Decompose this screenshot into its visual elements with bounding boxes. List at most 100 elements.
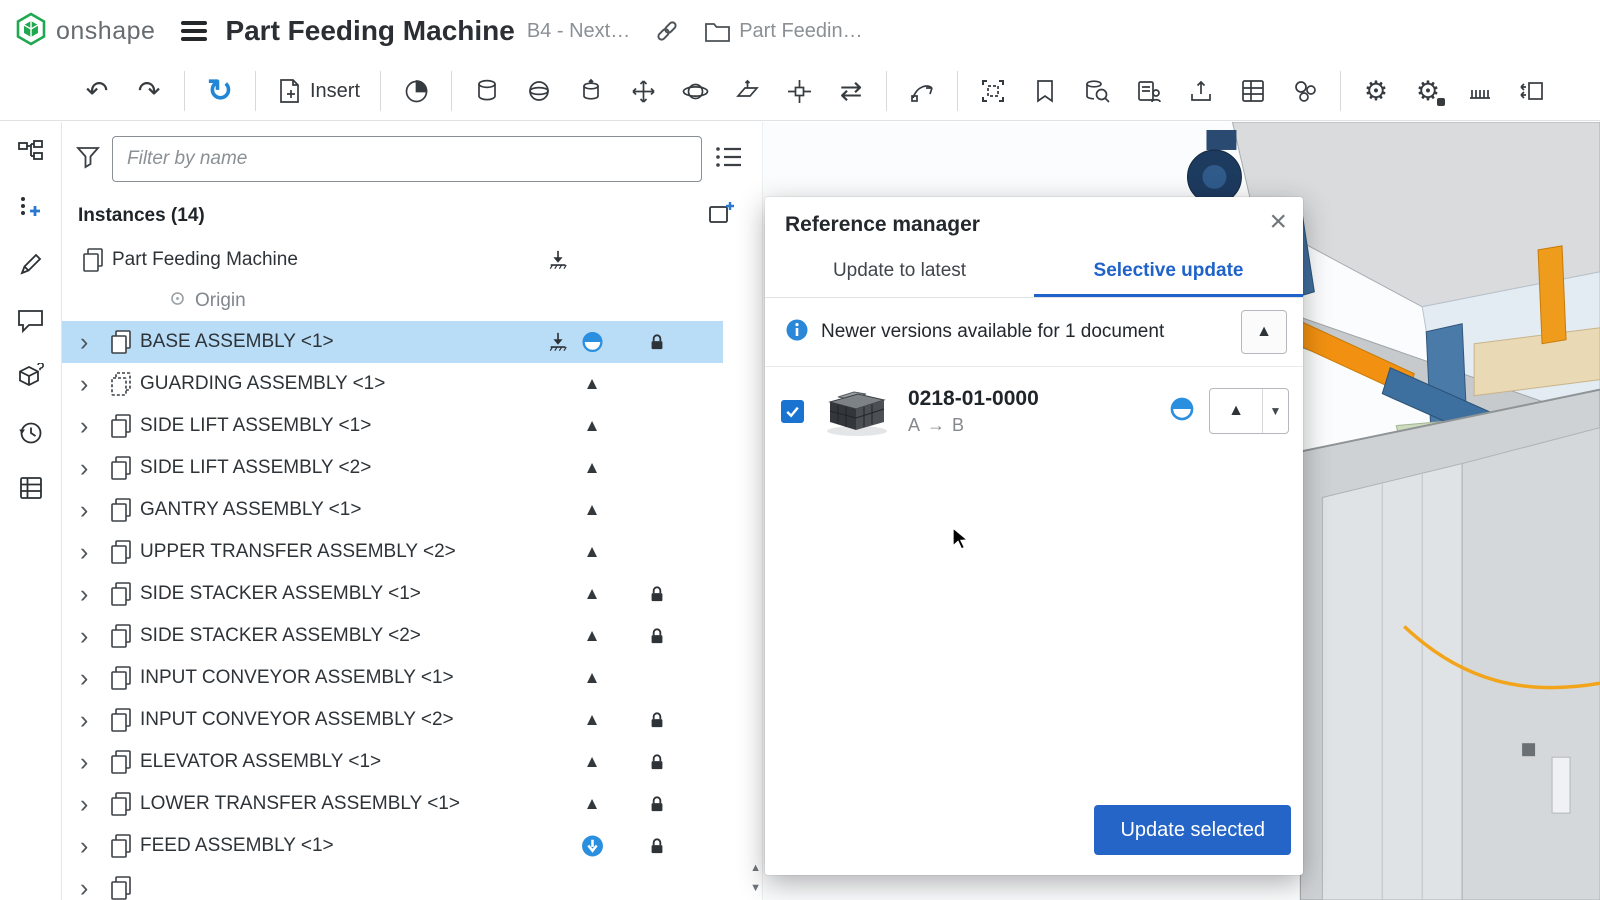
toolbar-separator <box>957 71 958 111</box>
list-view-icon[interactable] <box>714 144 744 175</box>
cut-list-icon[interactable] <box>8 466 54 510</box>
tree-row[interactable]: › FEED ASSEMBLY <1> ▲ <box>62 825 723 867</box>
tree-row[interactable]: › INPUT CONVEYOR ASSEMBLY <1> ▲ <box>62 657 723 699</box>
parallel-mate-icon[interactable]: ⇄ <box>830 70 872 112</box>
update-selected-button[interactable]: Update selected <box>1094 805 1291 855</box>
chevron-right-icon[interactable]: › <box>80 414 106 439</box>
tree-row[interactable]: › UPPER TRANSFER ASSEMBLY <2> ▲ <box>62 531 723 573</box>
version-label[interactable]: B4 - Next… <box>527 20 630 43</box>
chevron-right-icon[interactable]: › <box>80 540 106 565</box>
history-icon[interactable] <box>8 410 54 454</box>
chevron-right-icon[interactable]: › <box>80 498 106 523</box>
rack-mate-icon[interactable] <box>1459 70 1501 112</box>
part-number: 0218-01-0000 <box>908 387 1155 411</box>
update-references-icon[interactable]: ↻ <box>199 70 241 112</box>
panel-scrollbar[interactable]: ▲ ▼ <box>747 122 762 900</box>
version-up-button[interactable]: ▲ <box>1210 389 1262 433</box>
ball-mate-icon[interactable] <box>518 70 560 112</box>
from-version: A <box>908 415 920 436</box>
tree-row[interactable]: › GUARDING ASSEMBLY <1> ▲ <box>62 363 723 405</box>
onshape-brand[interactable]: onshape <box>14 12 155 51</box>
update-to-version-icon[interactable] <box>544 249 572 271</box>
reference-checkbox[interactable] <box>781 400 804 423</box>
edit-appearance-icon[interactable] <box>8 242 54 286</box>
chevron-right-icon[interactable]: › <box>80 876 106 900</box>
version-select-button[interactable]: ▲ ▼ <box>1209 388 1289 434</box>
instances-panel-icon[interactable] <box>8 130 54 174</box>
newer-version-icon: ▲ <box>578 752 606 772</box>
newer-version-icon: ▲ <box>578 710 606 730</box>
planar-mate-icon[interactable] <box>726 70 768 112</box>
add-instance-icon[interactable] <box>8 186 54 230</box>
tree-row[interactable]: › SIDE LIFT ASSEMBLY <1> ▲ <box>62 405 723 447</box>
assignments-icon[interactable] <box>1128 70 1170 112</box>
chevron-right-icon[interactable]: › <box>80 750 106 775</box>
tree-row[interactable]: › SIDE STACKER ASSEMBLY <1> ▲ <box>62 573 723 615</box>
insert-button[interactable]: Insert <box>270 70 366 112</box>
tree-row[interactable]: › GANTRY ASSEMBLY <1> ▲ <box>62 489 723 531</box>
translate-icon[interactable] <box>622 70 664 112</box>
bom-table-icon[interactable] <box>1232 70 1274 112</box>
close-icon[interactable]: × <box>1269 205 1287 239</box>
dialog-tab[interactable]: Update to latest <box>765 247 1034 297</box>
tree-origin-row[interactable]: Origin <box>62 281 723 321</box>
chevron-right-icon[interactable]: › <box>80 792 106 817</box>
chevron-right-icon[interactable]: › <box>80 708 106 733</box>
rotate-icon[interactable] <box>674 70 716 112</box>
bulk-version-up-button[interactable]: ▲ <box>1241 310 1287 354</box>
tree-root-row[interactable]: Part Feeding Machine <box>62 239 723 281</box>
dialog-tab[interactable]: Selective update <box>1034 247 1303 297</box>
tree-row-label: SIDE LIFT ASSEMBLY <1> <box>140 415 371 437</box>
update-to-version-icon[interactable] <box>544 331 572 353</box>
parts-help-icon[interactable] <box>8 354 54 398</box>
tree-row-partial[interactable]: › <box>62 867 723 900</box>
filter-input[interactable] <box>112 136 702 182</box>
display-states-icon[interactable] <box>1511 70 1553 112</box>
reference-row[interactable]: 0218-01-0000 A → B ▲ ▼ <box>765 367 1303 455</box>
comments-icon[interactable] <box>8 298 54 342</box>
version-dropdown-icon[interactable]: ▼ <box>1262 389 1288 433</box>
filter-funnel-icon[interactable] <box>76 145 100 174</box>
configurations-icon[interactable]: ⚙ <box>1407 70 1449 112</box>
chevron-right-icon[interactable]: › <box>80 834 106 859</box>
part-query-icon[interactable] <box>1076 70 1118 112</box>
info-row: Newer versions available for 1 document … <box>765 298 1303 367</box>
tree-row[interactable]: › ELEVATOR ASSEMBLY <1> ▲ <box>62 741 723 783</box>
main-menu-icon[interactable] <box>177 14 211 48</box>
tree-row[interactable]: › SIDE STACKER ASSEMBLY <2> ▲ <box>62 615 723 657</box>
lock-icon <box>643 836 671 857</box>
part-thumbnail <box>818 383 894 439</box>
mate-icon[interactable] <box>395 70 437 112</box>
toolbar-separator <box>1340 71 1341 111</box>
chevron-right-icon[interactable]: › <box>80 624 106 649</box>
replicate-icon[interactable] <box>1284 70 1326 112</box>
link-icon[interactable] <box>654 18 680 44</box>
redo-button[interactable]: ↷ <box>128 70 170 112</box>
chevron-right-icon[interactable]: › <box>80 456 106 481</box>
chevron-right-icon[interactable]: › <box>80 372 106 397</box>
chevron-right-icon[interactable]: › <box>80 582 106 607</box>
tree-row[interactable]: › BASE ASSEMBLY <1> ▲ <box>62 321 723 363</box>
instances-count-label: Instances (14) <box>78 205 708 227</box>
named-views-icon[interactable] <box>1024 70 1066 112</box>
publish-icon[interactable] <box>1180 70 1222 112</box>
tree-row[interactable]: › LOWER TRANSFER ASSEMBLY <1> ▲ <box>62 783 723 825</box>
scroll-up-icon[interactable]: ▲ <box>750 862 761 874</box>
document-location-label[interactable]: Part Feedin… <box>739 20 862 43</box>
scroll-down-icon[interactable]: ▼ <box>750 882 761 894</box>
snap-mode-icon[interactable] <box>901 70 943 112</box>
box-select-icon[interactable] <box>972 70 1014 112</box>
tree-row[interactable]: › INPUT CONVEYOR ASSEMBLY <2> ▲ <box>62 699 723 741</box>
cylindrical-mate-icon[interactable] <box>570 70 612 112</box>
chevron-right-icon[interactable]: › <box>80 666 106 691</box>
mate-connector-icon[interactable] <box>778 70 820 112</box>
settings-gear-icon[interactable]: ⚙ <box>1355 70 1397 112</box>
tree-row-label: LOWER TRANSFER ASSEMBLY <1> <box>140 793 460 815</box>
origin-label: Origin <box>195 290 246 312</box>
undo-button[interactable]: ↶ <box>76 70 118 112</box>
folder-icon[interactable] <box>704 19 731 43</box>
chevron-right-icon[interactable]: › <box>80 330 106 355</box>
revolute-mate-icon[interactable] <box>466 70 508 112</box>
add-subassembly-icon[interactable] <box>708 200 736 231</box>
tree-row[interactable]: › SIDE LIFT ASSEMBLY <2> ▲ <box>62 447 723 489</box>
